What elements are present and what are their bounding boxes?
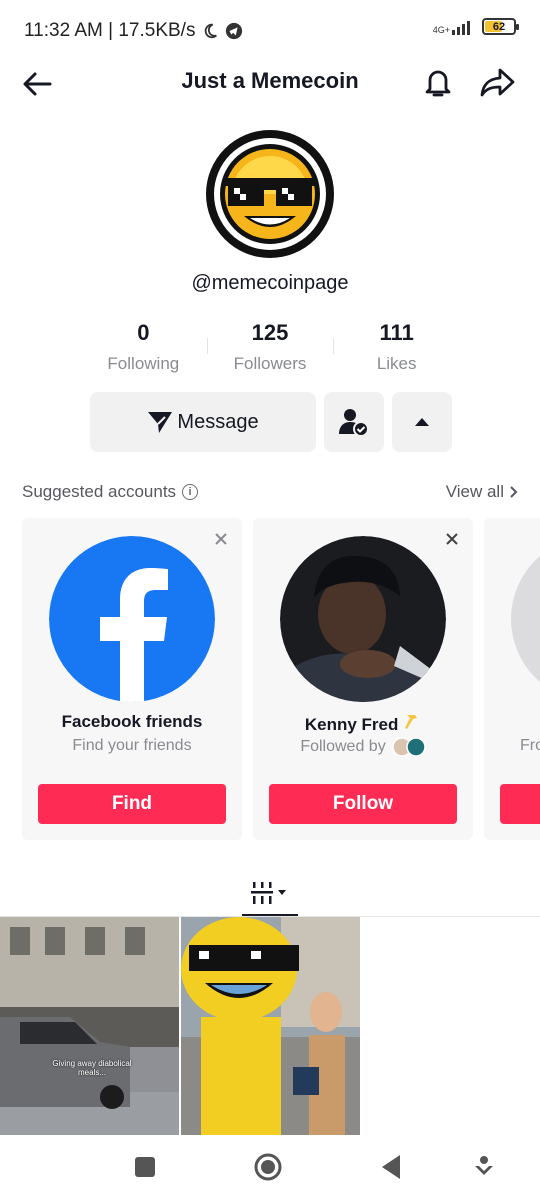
- notification-button[interactable]: [420, 64, 456, 100]
- profile-avatar[interactable]: [204, 128, 336, 260]
- grid-bars-icon: [251, 882, 286, 904]
- suggested-title: Suggested accounts i: [22, 482, 199, 502]
- info-icon[interactable]: i: [182, 484, 199, 500]
- share-button[interactable]: [478, 64, 518, 100]
- page-title: Just a Memecoin: [181, 68, 359, 93]
- memecoin-logo-icon: [206, 130, 334, 258]
- user-check-icon: [339, 409, 369, 437]
- stat-label: Following: [107, 354, 180, 373]
- stat-label: Likes: [376, 354, 417, 373]
- stat-value: 125: [251, 320, 289, 345]
- stat-likes[interactable]: 111 Likes: [333, 320, 460, 380]
- video-grid: Giving away diabolical meals...: [0, 917, 360, 1135]
- status-time: 11:32 AM | 17.5KB/s: [24, 20, 243, 42]
- recents-button[interactable]: [127, 1149, 163, 1185]
- view-all-link[interactable]: View all: [446, 482, 518, 502]
- card-name: Facebook friends: [61, 712, 203, 731]
- partial-card-button[interactable]: [500, 784, 540, 824]
- video-caption: Giving away diabolical meals...: [52, 1059, 132, 1077]
- dismiss-button[interactable]: [443, 530, 461, 548]
- system-navigation-bar: [0, 1135, 540, 1199]
- facebook-avatar: [49, 536, 215, 702]
- telegram-icon: [226, 22, 243, 40]
- profile-username: @memecoinpage: [191, 272, 349, 294]
- video-thumbnail[interactable]: Giving away diabolical meals...: [0, 917, 179, 1135]
- card-subtitle: Followed by: [253, 737, 473, 757]
- dismiss-button[interactable]: [212, 530, 230, 548]
- video-thumbnail[interactable]: [181, 917, 360, 1135]
- assistant-down-icon: [475, 1156, 493, 1175]
- stat-divider: [206, 338, 208, 354]
- suggested-accounts-header: Suggested accounts i View all: [22, 480, 518, 504]
- share-arrow-icon: [480, 68, 515, 97]
- caret-up-icon: [415, 418, 429, 426]
- find-button[interactable]: Find: [38, 784, 226, 824]
- following-status-button[interactable]: [324, 392, 384, 452]
- profile-stats: 0 Following 125 Followers 111 Likes: [80, 320, 460, 380]
- suggested-card-partial[interactable]: Fro: [484, 518, 540, 840]
- mutual-avatar-icon: [405, 737, 426, 757]
- stat-label: Followers: [233, 354, 307, 373]
- home-button[interactable]: [250, 1149, 286, 1185]
- network-label: 4G+: [432, 24, 450, 35]
- close-icon: [215, 533, 227, 545]
- expand-suggestions-button[interactable]: [392, 392, 452, 452]
- send-icon: [148, 412, 173, 433]
- card-subtitle: Find your friends: [72, 737, 192, 754]
- back-nav-button[interactable]: [373, 1149, 409, 1185]
- card-name-text: Kenny Fred: [304, 715, 399, 734]
- square-icon: [135, 1157, 155, 1177]
- partial-avatar: [511, 536, 540, 702]
- person-photo-icon: [280, 536, 446, 702]
- card-name: Kenny Fred: [253, 712, 473, 735]
- circle-home-icon: [254, 1153, 282, 1181]
- suggested-card-kenny[interactable]: Kenny Fred Followed by Follow: [253, 518, 473, 840]
- signal-icon: [452, 20, 470, 35]
- suggested-title-text: Suggested accounts: [22, 482, 177, 501]
- mascot-thumbnail-icon: [181, 917, 360, 1135]
- facebook-icon: [49, 536, 215, 702]
- card-subtitle: Fro: [520, 737, 540, 754]
- message-button-label: Message: [177, 410, 259, 433]
- tab-videos[interactable]: [242, 872, 298, 916]
- status-time-speed: 11:32 AM | 17.5KB/s: [24, 20, 196, 41]
- profile-actions: Message: [90, 392, 452, 452]
- suggested-card-facebook[interactable]: Facebook friends Find your friends Find: [22, 518, 242, 840]
- followed-by-label: Followed by: [300, 738, 386, 755]
- stat-value: 111: [379, 320, 414, 345]
- battery-level: 62: [492, 20, 506, 33]
- suggested-accounts-carousel[interactable]: Facebook friends Find your friends Find …: [22, 518, 540, 840]
- status-bar: 11:32 AM | 17.5KB/s 4G+ 62: [0, 0, 540, 60]
- stat-following[interactable]: 0 Following: [80, 320, 207, 380]
- battery-indicator: 62: [482, 18, 519, 35]
- moon-icon: [205, 23, 218, 39]
- close-icon: [446, 533, 458, 545]
- chevron-right-icon: [510, 486, 518, 498]
- stat-followers[interactable]: 125 Followers: [206, 320, 334, 380]
- street-van-thumbnail-icon: [0, 917, 179, 1135]
- follow-button[interactable]: Follow: [269, 784, 457, 824]
- network-indicator: 4G+: [433, 19, 474, 35]
- assistant-button[interactable]: [466, 1149, 502, 1185]
- view-all-label: View all: [445, 482, 504, 501]
- bell-icon: [425, 70, 451, 97]
- profile-header: Just a Memecoin: [0, 56, 540, 110]
- hammer-emoji-icon: [405, 715, 418, 729]
- kenny-avatar: [280, 536, 446, 702]
- message-button[interactable]: Message: [90, 392, 316, 452]
- stat-divider: [333, 338, 335, 354]
- followed-by-avatars: [391, 737, 426, 757]
- stat-value: 0: [137, 320, 150, 345]
- triangle-back-icon: [382, 1155, 400, 1179]
